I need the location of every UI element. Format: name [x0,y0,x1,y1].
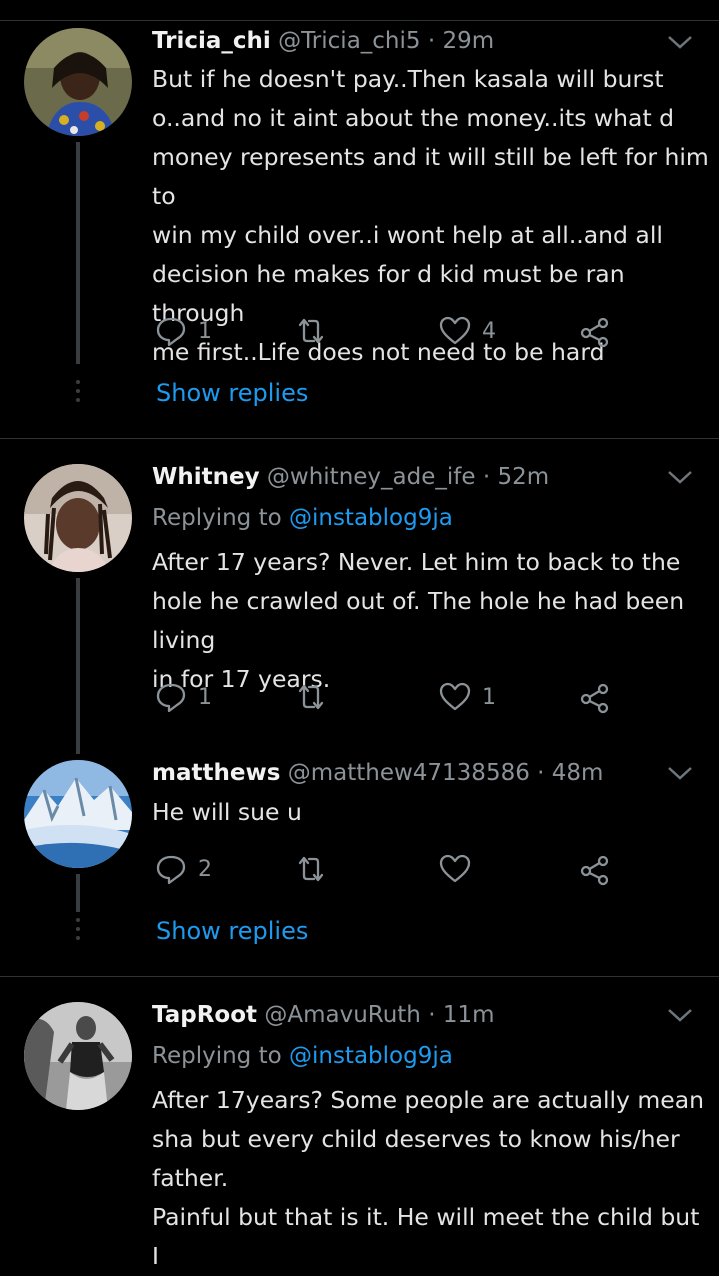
share-button[interactable] [578,849,612,889]
share-icon [580,683,609,714]
text-line: After 17years? Some people are actually … [152,1086,705,1114]
reply-icon [156,855,186,885]
reply-icon [156,683,186,713]
like-count: 1 [482,684,496,710]
like-icon [439,854,471,883]
mention-link[interactable]: @instablog9ja [289,1043,453,1069]
like-icon [439,316,471,345]
like-button[interactable] [438,849,472,889]
chevron-down-icon[interactable] [666,467,694,487]
text-line: He will sue u [152,798,302,826]
text-line: sha but every child deserves to know his… [152,1125,680,1153]
reply-button[interactable]: 1 [154,311,212,351]
replying-to: Replying to @instablog9ja [152,503,453,533]
mention-link[interactable]: @instablog9ja [289,505,453,531]
avatar[interactable] [24,464,132,572]
reply-count: 1 [198,684,212,710]
chevron-down-icon[interactable] [666,763,694,783]
thread-dots [76,918,80,945]
share-button[interactable] [578,677,612,717]
text-line: Painful but that is it. He will meet the… [152,1203,700,1270]
like-count: 4 [482,318,496,344]
handle-time: @Tricia_chi5 · 29m [278,28,495,54]
tweet-actions: 2 [152,849,672,889]
divider [0,976,719,977]
display-name[interactable]: Tricia_chi [152,28,271,54]
tweet-header: Tricia_chi @Tricia_chi5 · 29m [152,26,494,56]
tweet-header: TapRoot @AmavuRuth · 11m [152,1000,495,1030]
display-name[interactable]: matthews [152,760,280,786]
avatar[interactable] [24,1002,132,1110]
share-icon [580,317,609,348]
avatar[interactable] [24,28,132,136]
reply-icon [156,317,186,347]
handle-time: @matthew47138586 · 48m [287,760,604,786]
reply-button[interactable]: 2 [154,849,212,889]
replying-to-label: Replying to [152,1043,282,1069]
tweet-text: After 17years? Some people are actually … [152,1081,712,1276]
text-line: o..and no it aint about the money..its w… [152,104,675,132]
replying-to: Replying to @instablog9ja [152,1041,453,1071]
retweet-button[interactable] [294,849,328,889]
tweet-header: matthews @matthew47138586 · 48m [152,758,603,788]
thread-line [76,142,80,364]
top-divider [0,20,719,21]
share-icon [580,855,609,886]
text-line: money represents and it will still be le… [152,143,709,210]
show-replies-link[interactable]: Show replies [156,378,308,408]
text-line: hole he crawled out of. The hole he had … [152,587,685,654]
reply-button[interactable]: 1 [154,677,212,717]
tweet-header: Whitney @whitney_ade_ife · 52m [152,462,549,492]
like-button[interactable]: 1 [438,677,496,717]
text-line: But if he doesn't pay..Then kasala will … [152,65,664,93]
tweet-text: After 17 years? Never. Let him to back t… [152,543,712,699]
reply-count: 2 [198,856,212,882]
tweet-actions: 1 1 [152,677,672,717]
chevron-down-icon[interactable] [666,1005,694,1025]
text-line: father. [152,1164,229,1192]
share-button[interactable] [578,311,612,351]
thread-line [76,874,80,912]
retweet-button[interactable] [294,311,328,351]
retweet-icon [298,684,324,710]
display-name[interactable]: Whitney [152,464,260,490]
like-button[interactable]: 4 [438,311,496,351]
handle-time: @whitney_ade_ife · 52m [266,464,550,490]
text-line: After 17 years? Never. Let him to back t… [152,548,681,576]
tweet-text: He will sue u [152,793,712,832]
reply-count: 1 [198,318,212,344]
retweet-button[interactable] [294,677,328,717]
divider [0,438,719,439]
handle-time: @AmavuRuth · 11m [264,1002,495,1028]
retweet-icon [298,318,324,344]
show-replies-link[interactable]: Show replies [156,916,308,946]
replying-to-label: Replying to [152,505,282,531]
thread-line [76,578,80,754]
chevron-down-icon[interactable] [666,32,694,52]
text-line: win my child over..i wont help at all..a… [152,221,663,249]
display-name[interactable]: TapRoot [152,1002,257,1028]
retweet-icon [298,856,324,882]
avatar[interactable] [24,760,132,868]
thread-dots [76,380,80,407]
tweet-actions: 1 4 [152,311,672,351]
like-icon [439,682,471,711]
